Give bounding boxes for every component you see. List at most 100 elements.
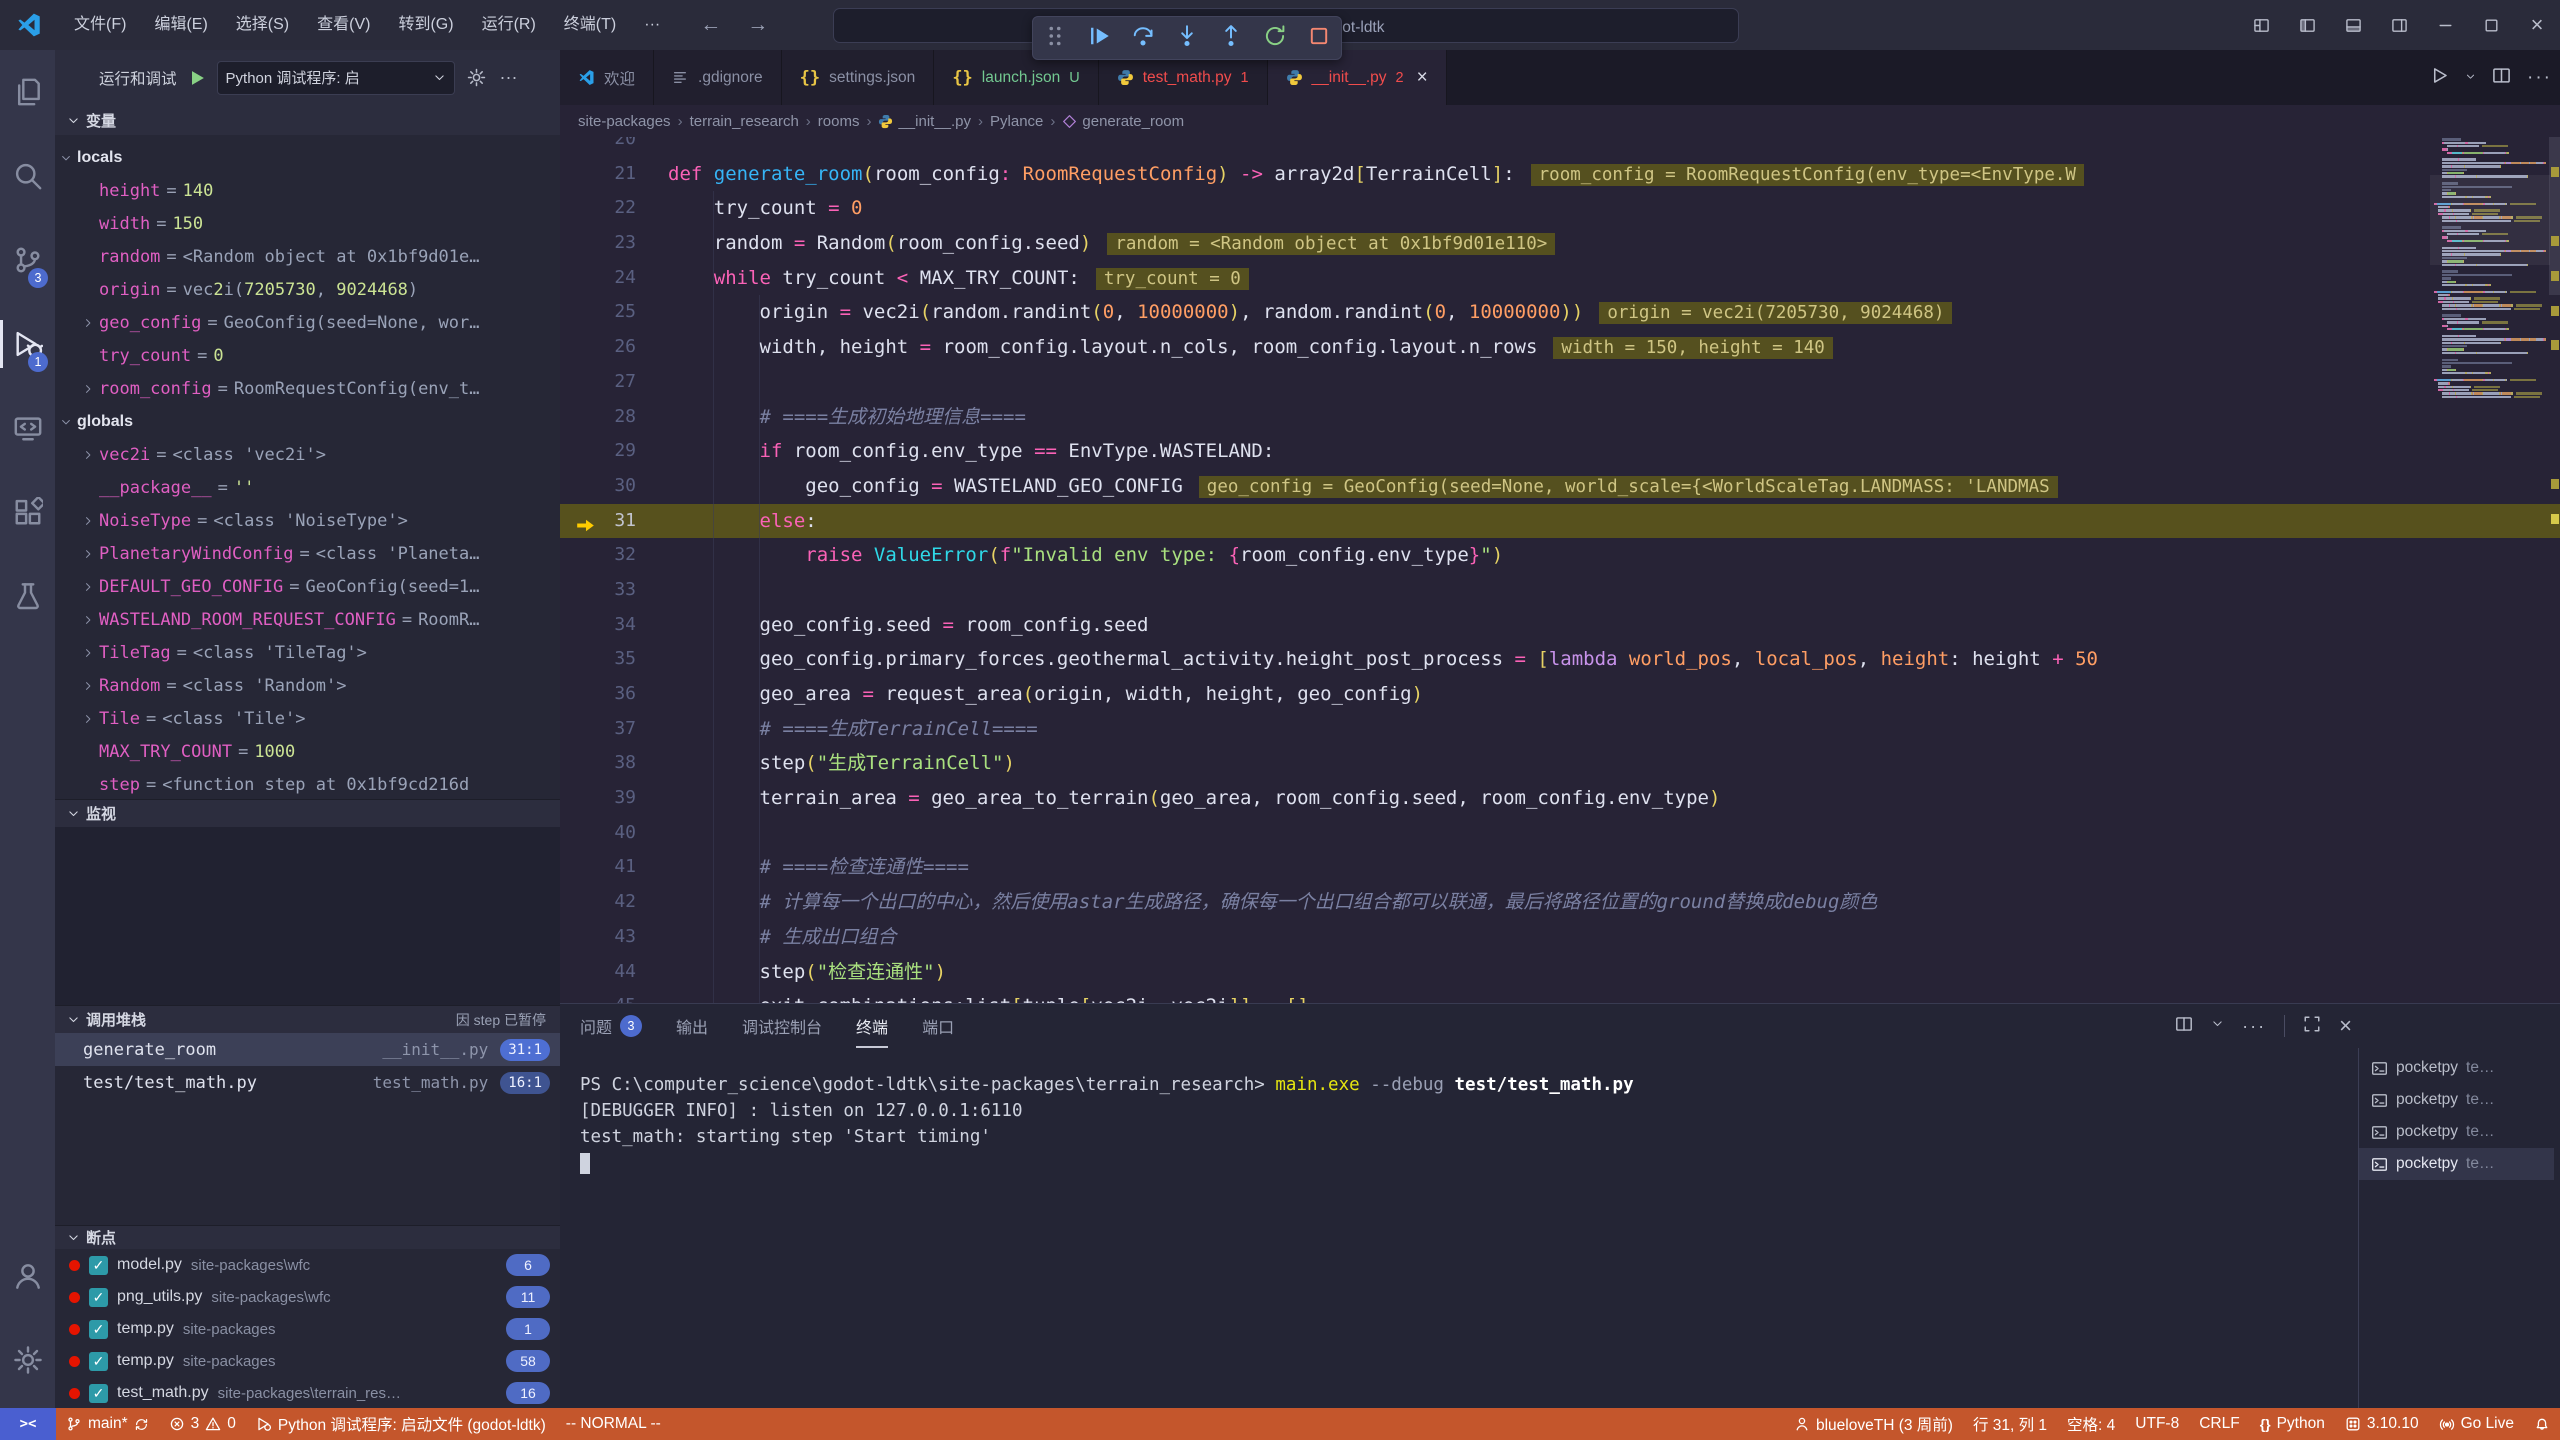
menu-选择(S)[interactable]: 选择(S) — [222, 0, 303, 50]
minimap[interactable] — [2434, 111, 2546, 403]
code-line-41[interactable]: 41 # ====检查连通性==== — [560, 850, 2560, 885]
start-debugging-icon[interactable] — [187, 68, 207, 88]
cursor-position[interactable]: 行 31, 列 1 — [1963, 1408, 2057, 1440]
nav-forward-icon[interactable]: → — [747, 13, 768, 37]
layout-secondary-button[interactable] — [2376, 0, 2422, 50]
code-line-38[interactable]: 38 step("生成TerrainCell") — [560, 746, 2560, 781]
code-line-25[interactable]: 25 origin = vec2i(random.randint(0, 1000… — [560, 295, 2560, 330]
git-blame[interactable]: blueloveTH (3 周前) — [1784, 1408, 1963, 1440]
code-line-45[interactable]: 45 exit_combinations:list[tuple[vec2i, v… — [560, 989, 2560, 1003]
terminal-instance[interactable]: pocketpyte… — [2359, 1084, 2554, 1116]
variable-origin[interactable]: origin=vec2i(7205730, 9024468) — [55, 273, 560, 306]
code-line-27[interactable]: 27 — [560, 365, 2560, 400]
editor-pane[interactable]: 2021def generate_room(room_config: RoomR… — [560, 105, 2560, 1003]
eol[interactable]: CRLF — [2189, 1408, 2249, 1440]
chevron-down-button[interactable] — [2211, 1017, 2224, 1035]
code-line-33[interactable]: 33 — [560, 573, 2560, 608]
terminal-instance[interactable]: pocketpyte… — [2359, 1148, 2554, 1180]
breakpoint-model.py[interactable]: ✓model.pysite-packages\wfc6 — [55, 1249, 560, 1281]
code-line-29[interactable]: 29 if room_config.env_type == EnvType.WA… — [560, 434, 2560, 469]
layout-grid-button[interactable] — [2238, 0, 2284, 50]
breadcrumb-terrain_research[interactable]: terrain_research — [690, 113, 799, 130]
views-more-icon[interactable]: ··· — [500, 67, 518, 88]
variables-group-globals[interactable]: globals — [55, 405, 560, 438]
variable-NoiseType[interactable]: NoiseType=<class 'NoiseType'> — [55, 504, 560, 537]
tab-.gdignore[interactable]: .gdignore — [654, 50, 782, 105]
breadcrumb-Pylance[interactable]: Pylance — [990, 113, 1043, 130]
panel-tab-终端[interactable]: 终端 — [856, 1004, 888, 1048]
variable-step[interactable]: step=<function step at 0x1bf9cd216d — [55, 768, 560, 799]
nav-back-icon[interactable]: ← — [700, 13, 721, 37]
more-actions[interactable]: ··· — [2527, 67, 2552, 89]
variable-MAX_TRY_COUNT[interactable]: MAX_TRY_COUNT=1000 — [55, 735, 560, 768]
debug-config-dropdown[interactable]: Python 调试程序: 启 — [217, 61, 455, 95]
menu-转到(G)[interactable]: 转到(G) — [384, 0, 467, 50]
code-line-28[interactable]: 28 # ====生成初始地理信息==== — [560, 400, 2560, 435]
activity-remote-explorer[interactable] — [0, 386, 55, 470]
step-over-button[interactable] — [1131, 24, 1155, 53]
breakpoints-section-header[interactable]: 断点 — [55, 1225, 560, 1249]
panel-tab-端口[interactable]: 端口 — [922, 1004, 954, 1048]
go-live[interactable]: Go Live — [2429, 1408, 2524, 1440]
close-button[interactable]: × — [2339, 1013, 2352, 1039]
breakpoint-test_math.py[interactable]: ✓test_math.pysite-packages\terrain_res…1… — [55, 1377, 560, 1409]
variable-Tile[interactable]: Tile=<class 'Tile'> — [55, 702, 560, 735]
indentation[interactable]: 空格: 4 — [2057, 1408, 2125, 1440]
code-line-31[interactable]: 31 else: — [560, 504, 2560, 539]
layout-panel-button[interactable] — [2330, 0, 2376, 50]
code-line-40[interactable]: 40 — [560, 816, 2560, 851]
activity-accounts[interactable] — [0, 1234, 55, 1318]
breakpoint-checkbox[interactable]: ✓ — [89, 1352, 108, 1371]
menu-文件(F)[interactable]: 文件(F) — [60, 0, 140, 50]
variables-group-locals[interactable]: locals — [55, 141, 560, 174]
variable-geo_config[interactable]: geo_config=GeoConfig(seed=None, wor… — [55, 306, 560, 339]
panel-tab-调试控制台[interactable]: 调试控制台 — [742, 1004, 822, 1048]
tab-close-icon[interactable]: × — [1417, 67, 1428, 89]
activity-explorer[interactable] — [0, 50, 55, 134]
stack-frame-test/test_math.py[interactable]: test/test_math.pytest_math.py16:1 — [55, 1066, 560, 1099]
variable-try_count[interactable]: try_count=0 — [55, 339, 560, 372]
layout-sidebar-button[interactable] — [2284, 0, 2330, 50]
encoding[interactable]: UTF-8 — [2125, 1408, 2189, 1440]
variable-random[interactable]: random=<Random object at 0x1bf9d01e… — [55, 240, 560, 273]
variable-room_config[interactable]: room_config=RoomRequestConfig(env_t… — [55, 372, 560, 405]
menu-终端(T)[interactable]: 终端(T) — [550, 0, 630, 50]
code-line-36[interactable]: 36 geo_area = request_area(origin, width… — [560, 677, 2560, 712]
window-close-button[interactable]: × — [2514, 0, 2560, 50]
run-dropdown-icon[interactable] — [2465, 69, 2476, 87]
code-line-43[interactable]: 43 # 生成出口组合 — [560, 920, 2560, 955]
restart-button[interactable] — [1263, 24, 1287, 53]
variable-vec2i[interactable]: vec2i=<class 'vec2i'> — [55, 438, 560, 471]
breakpoint-checkbox[interactable]: ✓ — [89, 1256, 108, 1275]
breakpoint-temp.py[interactable]: ✓temp.pysite-packages1 — [55, 1313, 560, 1345]
panel-tab-输出[interactable]: 输出 — [676, 1004, 708, 1048]
menu-运行(R)[interactable]: 运行(R) — [468, 0, 550, 50]
code-line-39[interactable]: 39 terrain_area = geo_area_to_terrain(ge… — [560, 781, 2560, 816]
breadcrumb-__init__.py[interactable]: __init__.py — [878, 113, 971, 130]
code-line-37[interactable]: 37 # ====生成TerrainCell==== — [560, 712, 2560, 747]
stop-button[interactable] — [1307, 24, 1331, 53]
variables-section-header[interactable]: 变量 — [55, 105, 560, 135]
breakpoint-png_utils.py[interactable]: ✓png_utils.pysite-packages\wfc11 — [55, 1281, 560, 1313]
git-branch[interactable]: main* — [56, 1408, 159, 1440]
menu-编辑(E)[interactable]: 编辑(E) — [140, 0, 221, 50]
variable-Random[interactable]: Random=<class 'Random'> — [55, 669, 560, 702]
watch-section-header[interactable]: 监视 — [55, 799, 560, 827]
variable-DEFAULT_GEO_CONFIG[interactable]: DEFAULT_GEO_CONFIG=GeoConfig(seed=1… — [55, 570, 560, 603]
run-python-file[interactable] — [2430, 66, 2449, 90]
menu-查看(V)[interactable]: 查看(V) — [303, 0, 384, 50]
breakpoint-checkbox[interactable]: ✓ — [89, 1288, 108, 1307]
tab-欢迎[interactable]: 欢迎 — [560, 50, 654, 105]
menu-···[interactable]: ··· — [630, 0, 674, 50]
notifications[interactable] — [2524, 1408, 2560, 1440]
code-line-42[interactable]: 42 # 计算每一个出口的中心，然后使用astar生成路径，确保每一个出口组合都… — [560, 885, 2560, 920]
breakpoint-checkbox[interactable]: ✓ — [89, 1320, 108, 1339]
activity-settings[interactable] — [0, 1318, 55, 1402]
continue-button[interactable] — [1087, 24, 1111, 53]
variable-TileTag[interactable]: TileTag=<class 'TileTag'> — [55, 636, 560, 669]
breakpoint-temp.py[interactable]: ✓temp.pysite-packages58 — [55, 1345, 560, 1377]
code-line-32[interactable]: 32 raise ValueError(f"Invalid env type: … — [560, 538, 2560, 573]
columns-button[interactable] — [2175, 1015, 2193, 1038]
code-line-30[interactable]: 30 geo_config = WASTELAND_GEO_CONFIGgeo_… — [560, 469, 2560, 504]
terminal-instance[interactable]: pocketpyte… — [2359, 1116, 2554, 1148]
